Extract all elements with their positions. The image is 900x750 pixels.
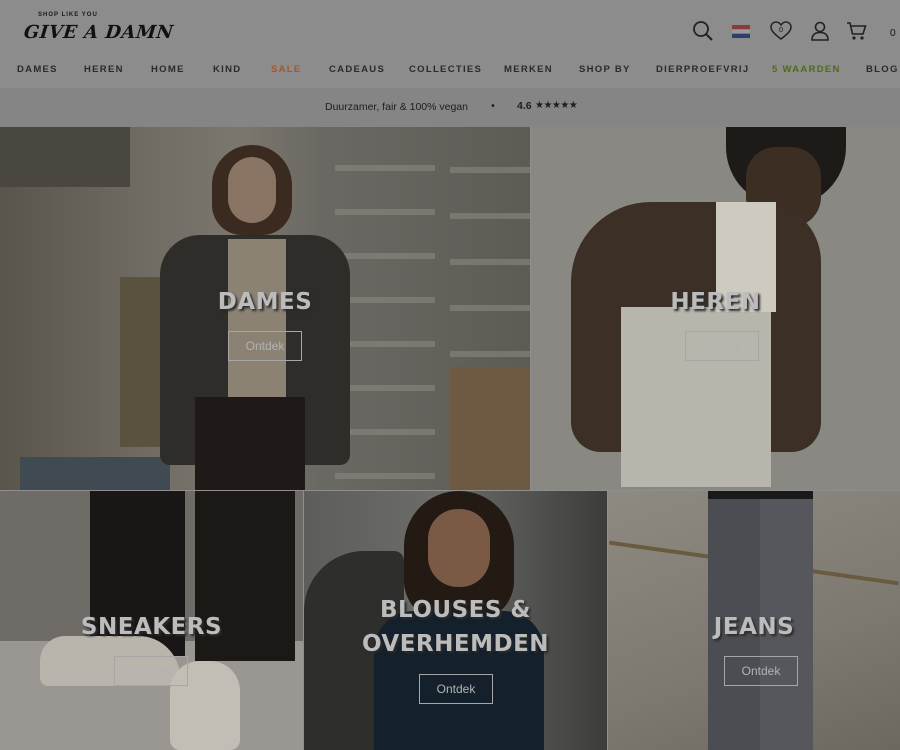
nav-item-heren[interactable]: HEREN xyxy=(84,64,124,75)
category-tile-heren[interactable]: HEREN Ontdek xyxy=(531,127,900,490)
tile-title-sneakers: SNEAKERS xyxy=(80,614,223,640)
cart-count: 0 xyxy=(889,28,896,39)
tile-title-dames: DAMES xyxy=(217,289,313,315)
discover-button-jeans[interactable]: Ontdek xyxy=(724,656,798,686)
nav-item-kind[interactable]: KIND xyxy=(213,64,241,75)
logo-tagline: SHOP LIKE YOU xyxy=(38,12,98,18)
nav-item-sale[interactable]: SALE xyxy=(271,64,302,75)
cart-icon[interactable] xyxy=(844,18,870,44)
user-icon[interactable] xyxy=(807,18,833,44)
discover-button-blouses[interactable]: Ontdek xyxy=(419,674,493,704)
nav-item-5-waarden[interactable]: 5 WAARDEN xyxy=(772,64,841,75)
usp-text: Duurzamer, fair & 100% vegan xyxy=(325,101,468,113)
tile-title-blouses-line1: BLOUSES & xyxy=(379,597,531,623)
dutch-flag-icon[interactable] xyxy=(728,18,754,44)
category-tile-sneakers[interactable]: SNEAKERS Ontdek xyxy=(0,491,303,750)
discover-button-heren[interactable]: Ontdek xyxy=(685,331,759,361)
model-top xyxy=(228,239,286,399)
discover-button-sneakers[interactable]: Ontdek xyxy=(114,656,188,686)
site-header: SHOP LIKE YOU GIVE A DAMN 0 0 DAMES HERE… xyxy=(0,0,900,88)
discover-button-dames[interactable]: Ontdek xyxy=(228,331,302,361)
nav-item-cadeaus[interactable]: CADEAUS xyxy=(329,64,385,75)
model-trousers xyxy=(195,397,305,490)
rating-stars-icon: ★★★★★ xyxy=(535,100,578,111)
usp-bar: Duurzamer, fair & 100% vegan • 4.6 ★★★★★ xyxy=(0,88,900,127)
nav-item-dames[interactable]: DAMES xyxy=(17,64,58,75)
logo[interactable]: SHOP LIKE YOU GIVE A DAMN xyxy=(22,12,175,52)
tile-title-blouses-line2: OVERHEMDEN xyxy=(361,631,550,657)
ceiling-shadow xyxy=(0,127,130,187)
nav-item-collecties[interactable]: COLLECTIES xyxy=(409,64,482,75)
tile-title-jeans: JEANS xyxy=(713,614,795,640)
nav-item-merken[interactable]: MERKEN xyxy=(504,64,553,75)
category-tile-blouses[interactable]: BLOUSES & OVERHEMDEN Ontdek xyxy=(304,491,607,750)
wishlist-count: 0 xyxy=(779,26,783,34)
category-tile-dames[interactable]: DAMES Ontdek xyxy=(0,127,530,490)
nav-item-home[interactable]: HOME xyxy=(151,64,185,75)
model-face xyxy=(428,509,490,587)
cardboard-box xyxy=(450,367,530,490)
heart-icon[interactable]: 0 xyxy=(768,18,794,44)
search-icon[interactable] xyxy=(690,18,716,44)
logo-brand: GIVE A DAMN xyxy=(22,22,175,43)
usp-separator: • xyxy=(490,101,496,112)
rating-score: 4.6 xyxy=(517,100,532,112)
nav-item-blog[interactable]: BLOG xyxy=(866,64,899,75)
main-nav: DAMES HEREN HOME KIND SALE CADEAUS COLLE… xyxy=(0,60,900,80)
workbench xyxy=(20,457,170,490)
model-face xyxy=(228,157,276,223)
tile-title-heren: HEREN xyxy=(670,289,761,315)
header-icons: 0 0 xyxy=(690,18,900,48)
category-tile-jeans[interactable]: JEANS Ontdek xyxy=(608,491,900,750)
nav-item-dierproefvrij[interactable]: DIERPROEFVRIJ xyxy=(656,64,749,75)
nav-item-shop-by[interactable]: SHOP BY xyxy=(579,64,631,75)
